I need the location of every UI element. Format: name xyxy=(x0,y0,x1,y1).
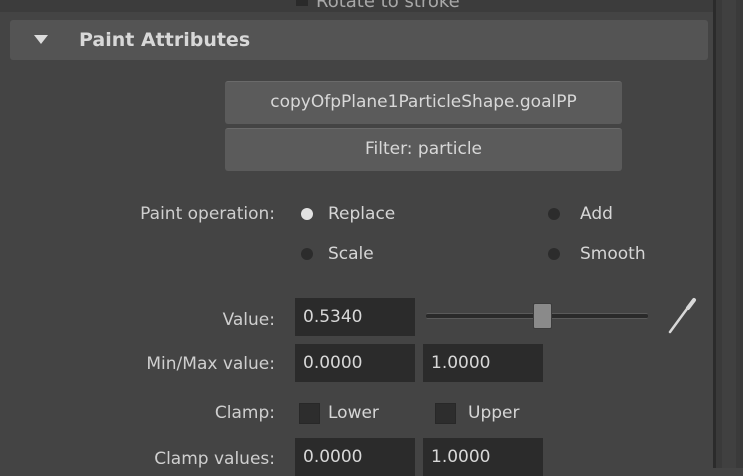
clamp-label: Clamp: xyxy=(214,403,275,423)
filter-button[interactable]: Filter: particle xyxy=(225,128,622,171)
min-max-label: Min/Max value: xyxy=(146,354,275,374)
rotate-to-stroke-label: Rotate to stroke xyxy=(316,0,460,12)
clamp-lower-label[interactable]: Lower xyxy=(328,403,379,423)
max-value-field[interactable]: 1.0000 xyxy=(423,344,543,382)
right-scrollbar[interactable] xyxy=(713,0,743,468)
paint-attribute-button[interactable]: copyOfpPlane1ParticleShape.goalPP xyxy=(225,81,622,124)
previous-section-row: Rotate to stroke xyxy=(0,0,713,12)
paint-operation-label: Paint operation: xyxy=(140,204,275,224)
scrollbar-edge xyxy=(713,0,716,468)
eyedropper-icon[interactable] xyxy=(664,296,698,336)
paint-attributes-header[interactable]: Paint Attributes xyxy=(10,20,708,60)
triangle-down-icon[interactable] xyxy=(34,35,48,44)
add-radio[interactable] xyxy=(548,208,560,220)
clamp-lower-checkbox[interactable] xyxy=(299,403,320,424)
add-option-label[interactable]: Add xyxy=(580,204,613,224)
smooth-radio[interactable] xyxy=(548,248,560,260)
clamp-upper-checkbox[interactable] xyxy=(435,403,456,424)
clamp-max-field[interactable]: 1.0000 xyxy=(423,438,543,476)
replace-radio[interactable] xyxy=(301,208,313,220)
value-field[interactable]: 0.5340 xyxy=(295,298,415,336)
replace-option-label[interactable]: Replace xyxy=(328,204,395,224)
rotate-to-stroke-checkbox[interactable] xyxy=(296,0,308,6)
value-slider-handle[interactable] xyxy=(533,303,552,329)
scale-option-label[interactable]: Scale xyxy=(328,244,374,264)
clamp-values-label: Clamp values: xyxy=(154,449,275,469)
smooth-option-label[interactable]: Smooth xyxy=(580,244,646,264)
value-label: Value: xyxy=(222,310,275,330)
section-title: Paint Attributes xyxy=(79,29,251,51)
scrollbar-track[interactable] xyxy=(722,0,736,468)
clamp-min-field[interactable]: 0.0000 xyxy=(295,438,415,476)
clamp-upper-label[interactable]: Upper xyxy=(468,403,519,423)
scale-radio[interactable] xyxy=(301,248,313,260)
attribute-editor-panel: Rotate to stroke Paint Attributes copyOf… xyxy=(0,0,713,476)
min-value-field[interactable]: 0.0000 xyxy=(295,344,415,382)
